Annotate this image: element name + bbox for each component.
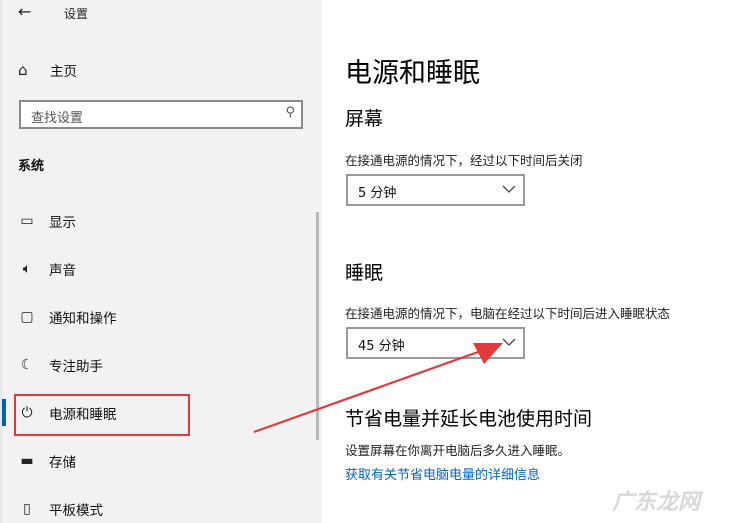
sidebar-item-sound[interactable]: 🔈︎ 声音 [0, 257, 322, 281]
title-bar: ← 设置 [0, 0, 322, 26]
sidebar-item-label: 存储 [49, 455, 76, 471]
battery-description: 设置屏幕在你离开电脑后多久进入睡眠。 [345, 443, 571, 458]
sleep-timeout-dropdown[interactable]: 45 分钟 [346, 327, 525, 359]
chevron-down-icon [501, 180, 517, 202]
sidebar-item-label: 显示 [49, 215, 76, 231]
home-icon: ⌂ [18, 61, 28, 79]
speaker-icon: 🔈︎ [22, 261, 32, 277]
search-input[interactable]: 查找设置 ⚲ [19, 100, 303, 129]
sidebar-item-display[interactable]: ▭ 显示 [0, 209, 322, 233]
sidebar-item-storage[interactable]: ▬ 存储 [0, 449, 322, 473]
dropdown-value: 5 分钟 [358, 186, 397, 201]
chevron-down-icon [501, 333, 517, 355]
dropdown-value: 45 分钟 [358, 339, 405, 354]
screen-description: 在接通电源的情况下，经过以下时间后关闭 [345, 153, 583, 168]
sidebar-item-focus-assist[interactable]: ☾ 专注助手 [0, 353, 322, 377]
main-content: 电源和睡眠 屏幕 在接通电源的情况下，经过以下时间后关闭 5 分钟 睡眠 在接通… [322, 0, 749, 523]
sidebar-item-label: 专注助手 [49, 359, 103, 375]
screen-heading: 屏幕 [345, 108, 384, 130]
sidebar-item-tablet-mode[interactable]: ▯ 平板模式 [0, 497, 322, 521]
notification-icon: ▢ [20, 309, 34, 325]
monitor-icon: ▭ [20, 213, 34, 229]
search-icon[interactable]: ⚲ [285, 105, 295, 120]
back-arrow-icon[interactable]: ← [18, 2, 31, 21]
sidebar: ← 设置 ⌂ 主页 查找设置 ⚲ 系统 ▭ 显示 🔈︎ 声音 ▢ 通知和操作 ☾… [0, 0, 322, 523]
sidebar-scrollbar[interactable] [316, 212, 319, 440]
search-placeholder: 查找设置 [31, 111, 84, 126]
storage-icon: ▬ [20, 453, 34, 469]
battery-heading: 节省电量并延长电池使用时间 [345, 408, 593, 430]
sleep-description: 在接通电源的情况下，电脑在经过以下时间后进入睡眠状态 [345, 306, 671, 321]
sidebar-item-label: 通知和操作 [49, 311, 117, 327]
section-label: 系统 [18, 159, 45, 174]
annotation-highlight-box [14, 394, 190, 436]
sidebar-item-notifications[interactable]: ▢ 通知和操作 [0, 305, 322, 329]
sleep-heading: 睡眠 [345, 262, 384, 284]
screen-timeout-dropdown[interactable]: 5 分钟 [346, 174, 525, 206]
tablet-icon: ▯ [23, 501, 31, 517]
power-saving-info-link[interactable]: 获取有关节省电脑电量的详细信息 [345, 464, 540, 483]
app-title: 设置 [64, 7, 89, 21]
sidebar-item-label: 平板模式 [49, 503, 103, 519]
home-label: 主页 [50, 64, 77, 80]
watermark-logo: 广东龙网 [612, 490, 701, 515]
home-nav-item[interactable]: ⌂ 主页 [18, 60, 77, 80]
page-title: 电源和睡眠 [345, 58, 480, 89]
moon-icon: ☾ [20, 357, 34, 373]
sidebar-item-label: 声音 [49, 263, 76, 279]
